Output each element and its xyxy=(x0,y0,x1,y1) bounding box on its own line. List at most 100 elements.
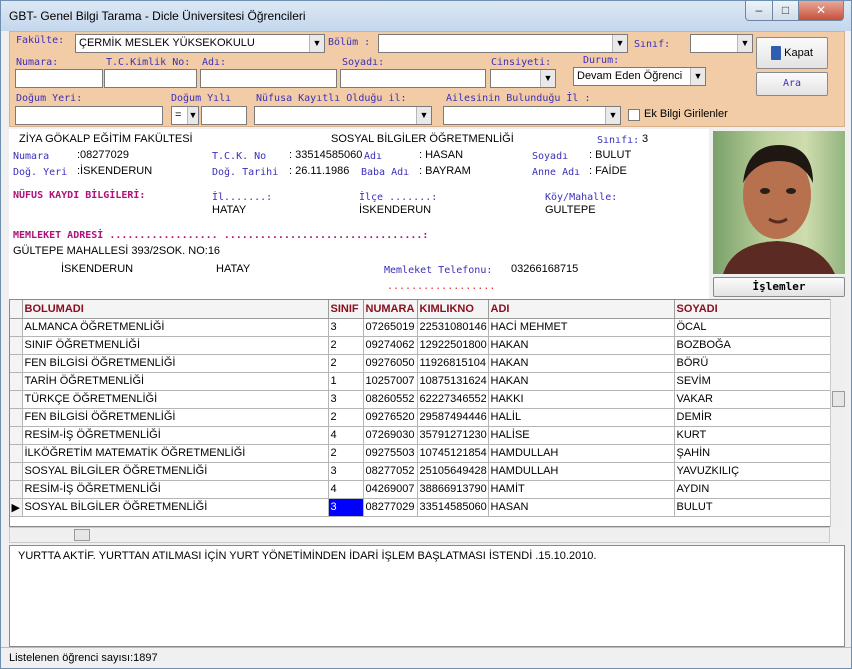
table-row-selected[interactable]: ▶ SOSYAL BİLGİLER ÖĞRETMENLİĞİ 3 08277029 33… xyxy=(10,498,833,517)
cell-kimlikno[interactable]: 62227346552 xyxy=(417,390,489,409)
row-indicator[interactable] xyxy=(10,354,23,373)
cell-sinif[interactable]: 3 xyxy=(328,390,364,409)
cell-numara[interactable]: 09275503 xyxy=(363,444,418,463)
fakulte-combo[interactable]: ÇERMİK MESLEK YÜKSEKOKULU ▼ xyxy=(75,34,325,53)
cell-sinif[interactable]: 2 xyxy=(328,336,364,355)
cell-sinif[interactable]: 3 xyxy=(328,462,364,481)
cell-bolumadi[interactable]: ALMANCA ÖĞRETMENLİĞİ xyxy=(22,318,329,337)
cell-bolumadi[interactable]: SOSYAL BİLGİLER ÖĞRETMENLİĞİ xyxy=(22,462,329,481)
cell-sinif[interactable]: 4 xyxy=(328,426,364,445)
grid-vertical-scrollbar[interactable] xyxy=(830,299,845,527)
col-adi[interactable]: ADI xyxy=(488,300,675,319)
cell-soyadi[interactable]: ÖCAL xyxy=(674,318,833,337)
row-indicator[interactable] xyxy=(10,318,23,337)
cell-adi[interactable]: HAMDULLAH xyxy=(488,462,675,481)
cell-soyadi[interactable]: AYDIN xyxy=(674,480,833,499)
islemler-button[interactable]: İşlemler xyxy=(713,277,845,297)
col-numara[interactable]: NUMARA xyxy=(363,300,418,319)
cell-numara[interactable]: 08260552 xyxy=(363,390,418,409)
cell-bolumadi[interactable]: SINIF ÖĞRETMENLİĞİ xyxy=(22,336,329,355)
cell-kimlikno[interactable]: 35791271230 xyxy=(417,426,489,445)
cell-soyadi[interactable]: KURT xyxy=(674,426,833,445)
cell-sinif[interactable]: 2 xyxy=(328,408,364,427)
aile-combo[interactable]: ▼ xyxy=(443,106,621,125)
cell-kimlikno[interactable]: 11926815104 xyxy=(417,354,489,373)
row-indicator[interactable] xyxy=(10,408,23,427)
soyadi-input[interactable] xyxy=(340,69,486,88)
cell-kimlikno[interactable]: 33514585060 xyxy=(417,498,489,517)
grid-horizontal-scrollbar[interactable] xyxy=(9,527,830,543)
row-indicator[interactable] xyxy=(10,462,23,481)
cell-adi[interactable]: HALİL xyxy=(488,408,675,427)
cell-bolumadi[interactable]: RESİM-İŞ ÖĞRETMENLİĞİ xyxy=(22,480,329,499)
cell-sinif[interactable]: 2 xyxy=(328,444,364,463)
cinsiyet-combo[interactable]: ▼ xyxy=(490,69,556,88)
row-indicator[interactable] xyxy=(10,336,23,355)
minimize-button[interactable]: – xyxy=(745,1,773,21)
notes-memo[interactable]: YURTTA AKTİF. YURTTAN ATILMASI İÇİN YURT… xyxy=(9,545,845,647)
cell-kimlikno[interactable]: 10875131624 xyxy=(417,372,489,391)
col-bolumadi[interactable]: BOLUMADI xyxy=(22,300,329,319)
col-kimlikno[interactable]: KIMLIKNO xyxy=(417,300,489,319)
chevron-down-icon[interactable]: ▼ xyxy=(737,35,752,52)
cell-kimlikno[interactable]: 29587494446 xyxy=(417,408,489,427)
numara-input[interactable] xyxy=(15,69,103,88)
table-row[interactable]: İLKÖĞRETİM MATEMATİK ÖĞRETMENLİĞİ 2 092755… xyxy=(10,444,833,463)
cell-adi[interactable]: HALİSE xyxy=(488,426,675,445)
cell-bolumadi[interactable]: RESİM-İŞ ÖĞRETMENLİĞİ xyxy=(22,426,329,445)
row-indicator[interactable] xyxy=(10,390,23,409)
table-row[interactable]: SINIF ÖĞRETMENLİĞİ 2 09274062 12922501800 HA… xyxy=(10,336,833,355)
current-row-arrow-icon[interactable]: ▶ xyxy=(10,498,23,517)
cell-numara[interactable]: 07269030 xyxy=(363,426,418,445)
table-row[interactable]: TARİH ÖĞRETMENLİĞİ 1 10257007 10875131624 HA… xyxy=(10,372,833,391)
cell-sinif[interactable]: 3 xyxy=(328,318,364,337)
cell-sinif-selected[interactable]: 3 xyxy=(328,498,364,517)
cell-soyadi[interactable]: SEVİM xyxy=(674,372,833,391)
cell-adi[interactable]: HAMİT xyxy=(488,480,675,499)
cell-kimlikno[interactable]: 25105649428 xyxy=(417,462,489,481)
table-row[interactable]: FEN BİLGİSİ ÖĞRETMENLİĞİ 2 09276520 2958749… xyxy=(10,408,833,427)
tckimlik-input[interactable] xyxy=(104,69,197,88)
chevron-down-icon[interactable]: ▼ xyxy=(309,35,324,52)
sinif-combo[interactable]: ▼ xyxy=(690,34,753,53)
cell-soyadi[interactable]: BULUT xyxy=(674,498,833,517)
scroll-thumb[interactable] xyxy=(832,391,845,407)
chevron-down-icon[interactable]: ▼ xyxy=(612,35,627,52)
ara-button[interactable]: Ara xyxy=(756,72,828,96)
cell-soyadi[interactable]: YAVUZKILIÇ xyxy=(674,462,833,481)
cell-numara[interactable]: 09276520 xyxy=(363,408,418,427)
row-indicator[interactable] xyxy=(10,480,23,499)
cell-kimlikno[interactable]: 12922501800 xyxy=(417,336,489,355)
chevron-down-icon[interactable]: ▼ xyxy=(416,107,431,124)
chevron-down-icon[interactable]: ▼ xyxy=(690,68,705,85)
durum-combo[interactable]: Devam Eden Öğrenci ▼ xyxy=(573,67,706,86)
table-row[interactable]: RESİM-İŞ ÖĞRETMENLİĞİ 4 04269007 3886691379… xyxy=(10,480,833,499)
cell-bolumadi[interactable]: TÜRKÇE ÖĞRETMENLİĞİ xyxy=(22,390,329,409)
chevron-down-icon[interactable]: ▼ xyxy=(605,107,620,124)
cell-numara[interactable]: 07265019 xyxy=(363,318,418,337)
cell-sinif[interactable]: 2 xyxy=(328,354,364,373)
cell-soyadi[interactable]: DEMİR xyxy=(674,408,833,427)
cell-numara[interactable]: 08277029 xyxy=(363,498,418,517)
cell-bolumadi[interactable]: İLKÖĞRETİM MATEMATİK ÖĞRETMENLİĞİ xyxy=(22,444,329,463)
row-indicator[interactable] xyxy=(10,426,23,445)
cell-soyadi[interactable]: BÖRÜ xyxy=(674,354,833,373)
nufus-combo[interactable]: ▼ xyxy=(254,106,432,125)
chevron-down-icon[interactable]: ▼ xyxy=(187,107,198,124)
cell-soyadi[interactable]: ŞAHİN xyxy=(674,444,833,463)
cell-adi[interactable]: HAKAN xyxy=(488,354,675,373)
adi-input[interactable] xyxy=(200,69,337,88)
col-soyadi[interactable]: SOYADI xyxy=(674,300,833,319)
cell-numara[interactable]: 09274062 xyxy=(363,336,418,355)
cell-kimlikno[interactable]: 38866913790 xyxy=(417,480,489,499)
cell-numara[interactable]: 04269007 xyxy=(363,480,418,499)
cell-bolumadi[interactable]: SOSYAL BİLGİLER ÖĞRETMENLİĞİ xyxy=(22,498,329,517)
cell-adi[interactable]: HAMDULLAH xyxy=(488,444,675,463)
table-row[interactable]: TÜRKÇE ÖĞRETMENLİĞİ 3 08260552 62227346552 H… xyxy=(10,390,833,409)
cell-numara[interactable]: 10257007 xyxy=(363,372,418,391)
table-row[interactable]: RESİM-İŞ ÖĞRETMENLİĞİ 4 07269030 3579127123… xyxy=(10,426,833,445)
table-row[interactable]: FEN BİLGİSİ ÖĞRETMENLİĞİ 2 09276050 1192681… xyxy=(10,354,833,373)
cell-adi[interactable]: HAKAN xyxy=(488,336,675,355)
close-button[interactable]: ✕ xyxy=(798,1,844,21)
cell-bolumadi[interactable]: FEN BİLGİSİ ÖĞRETMENLİĞİ xyxy=(22,354,329,373)
